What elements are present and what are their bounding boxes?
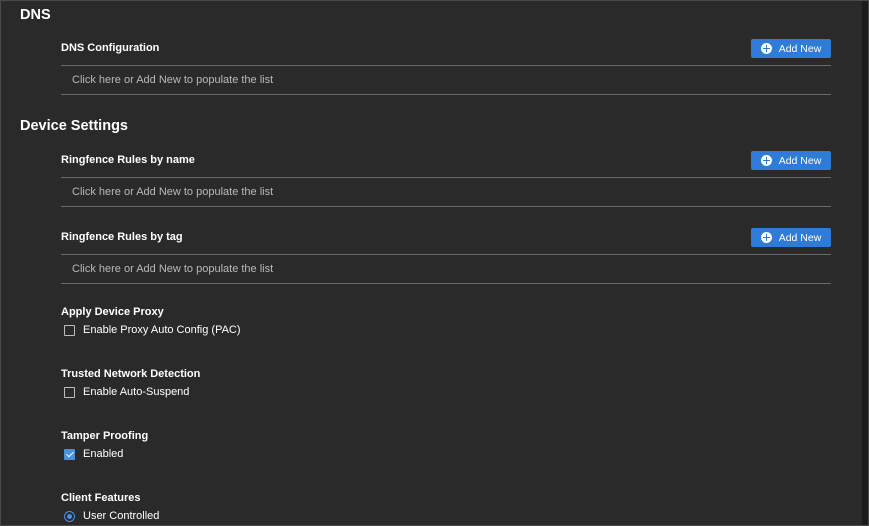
plus-circle-icon bbox=[760, 155, 772, 166]
checkbox-icon[interactable] bbox=[64, 324, 75, 336]
section-title-dns: DNS bbox=[20, 7, 51, 23]
settings-content: DNS DNS Configuration Add New Click here… bbox=[1, 1, 862, 525]
dns-configuration-list: DNS Configuration Add New Click here or … bbox=[61, 39, 831, 95]
add-new-label: Add New bbox=[778, 154, 822, 167]
enable-pac-checkbox-option[interactable]: Enable Proxy Auto Config (PAC) bbox=[64, 324, 241, 336]
dns-configuration-empty-row[interactable]: Click here or Add New to populate the li… bbox=[61, 66, 831, 95]
tamper-proofing-enabled-checkbox-option[interactable]: Enabled bbox=[64, 448, 148, 460]
setting-label-client-features: Client Features bbox=[61, 492, 141, 504]
ringfence-by-tag-empty-row[interactable]: Click here or Add New to populate the li… bbox=[61, 255, 831, 284]
setting-label-tamper-proofing: Tamper Proofing bbox=[61, 430, 149, 442]
option-label-enable-auto-suspend: Enable Auto-Suspend bbox=[83, 386, 190, 398]
list-label-dns-configuration: DNS Configuration bbox=[61, 42, 160, 54]
ringfence-by-tag-list: Ringfence Rules by tag Add New Click her… bbox=[61, 228, 831, 284]
ringfence-by-name-empty-row[interactable]: Click here or Add New to populate the li… bbox=[61, 178, 831, 207]
enable-auto-suspend-checkbox-option[interactable]: Enable Auto-Suspend bbox=[64, 386, 200, 398]
settings-panel: DNS DNS Configuration Add New Click here… bbox=[0, 0, 869, 526]
add-new-label: Add New bbox=[778, 42, 822, 55]
list-label-ringfence-by-name: Ringfence Rules by name bbox=[61, 154, 195, 166]
option-label-enable-pac: Enable Proxy Auto Config (PAC) bbox=[83, 324, 241, 336]
list-header: Ringfence Rules by name Add New bbox=[61, 151, 831, 178]
plus-circle-icon bbox=[760, 43, 772, 54]
empty-list-text: Click here or Add New to populate the li… bbox=[72, 263, 274, 275]
add-new-ringfence-by-tag-button[interactable]: Add New bbox=[751, 228, 831, 247]
add-new-ringfence-by-name-button[interactable]: Add New bbox=[751, 151, 831, 170]
plus-circle-icon bbox=[760, 232, 772, 243]
list-label-ringfence-by-tag: Ringfence Rules by tag bbox=[61, 231, 183, 243]
setting-tamper-proofing: Tamper Proofing Enabled bbox=[61, 430, 148, 460]
setting-client-features: Client Features User Controlled bbox=[61, 492, 159, 522]
list-header: Ringfence Rules by tag Add New bbox=[61, 228, 831, 255]
add-new-label: Add New bbox=[778, 231, 822, 244]
checkmark-icon[interactable] bbox=[64, 448, 75, 460]
empty-list-text: Click here or Add New to populate the li… bbox=[72, 74, 274, 86]
radio-icon[interactable] bbox=[64, 510, 75, 522]
add-new-dns-configuration-button[interactable]: Add New bbox=[751, 39, 831, 58]
setting-label-trusted-network: Trusted Network Detection bbox=[61, 368, 201, 380]
setting-trusted-network-detection: Trusted Network Detection Enable Auto-Su… bbox=[61, 368, 200, 398]
option-label-enabled: Enabled bbox=[83, 448, 124, 460]
section-title-device-settings: Device Settings bbox=[20, 118, 128, 134]
scrollbar-track[interactable] bbox=[862, 1, 868, 525]
ringfence-by-name-list: Ringfence Rules by name Add New Click he… bbox=[61, 151, 831, 207]
setting-label-device-proxy: Apply Device Proxy bbox=[61, 306, 164, 318]
list-header: DNS Configuration Add New bbox=[61, 39, 831, 66]
setting-apply-device-proxy: Apply Device Proxy Enable Proxy Auto Con… bbox=[61, 306, 241, 336]
option-label-user-controlled: User Controlled bbox=[83, 510, 160, 522]
checkbox-icon[interactable] bbox=[64, 386, 75, 398]
user-controlled-radio-option[interactable]: User Controlled bbox=[64, 510, 159, 522]
empty-list-text: Click here or Add New to populate the li… bbox=[72, 186, 274, 198]
